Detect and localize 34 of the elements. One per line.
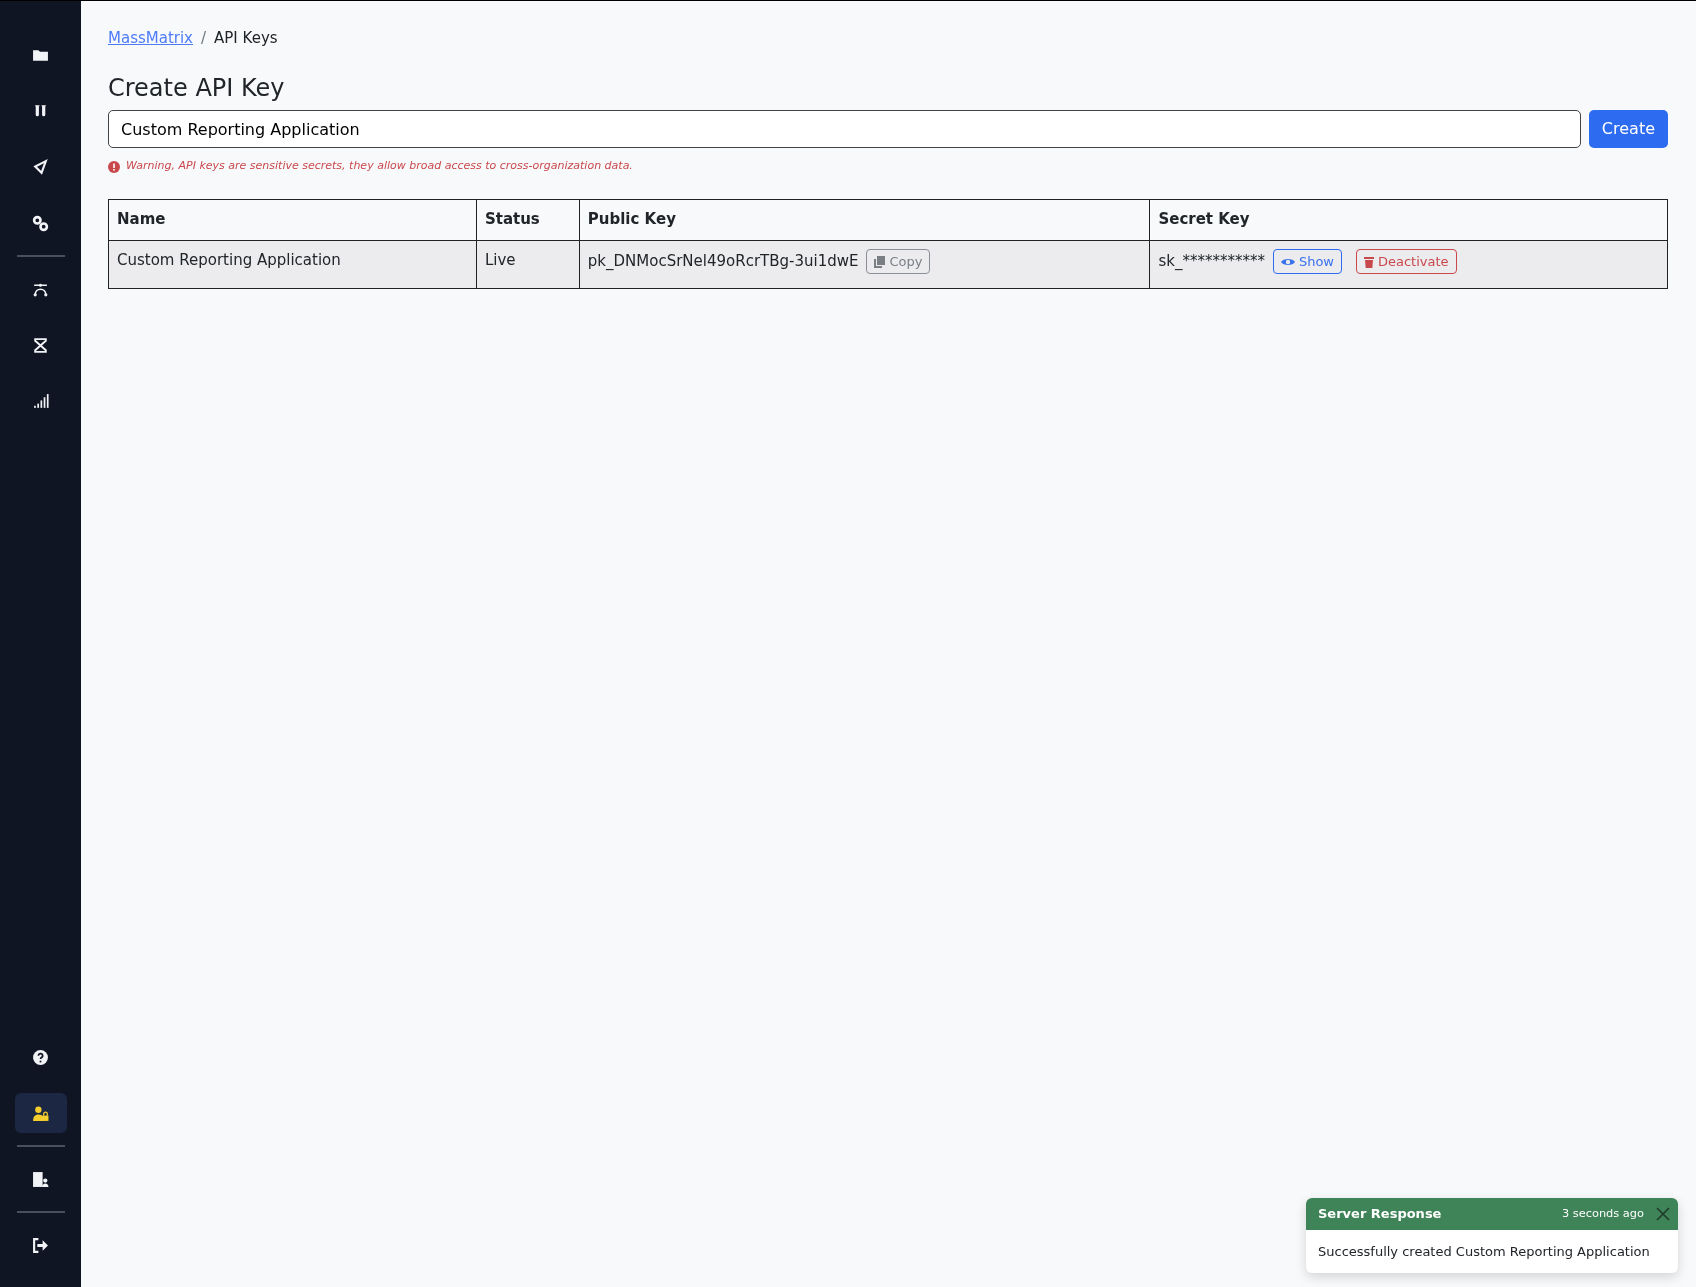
toast-title: Server Response	[1318, 1205, 1442, 1223]
table-cell: Custom Reporting Application	[108, 240, 477, 289]
logout-icon	[32, 1236, 49, 1254]
create-button[interactable]: Create	[1588, 110, 1668, 149]
column-header: Name	[108, 199, 477, 241]
column-header: Status	[476, 199, 580, 241]
copy-button[interactable]: Copy	[866, 248, 931, 275]
public-key-text: pk_DNMocSrNel49oRcrTBg-3ui1dwE	[587, 251, 859, 273]
hourglass-icon	[32, 336, 49, 354]
breadcrumb-current: API Keys	[214, 28, 278, 49]
help-icon	[32, 1048, 49, 1066]
breadcrumb-separator: /	[201, 28, 207, 49]
show-button[interactable]: Show	[1272, 248, 1342, 275]
sidebar-item[interactable]	[14, 1093, 67, 1133]
user-lock-icon	[32, 1104, 49, 1122]
column-header: Public Key	[579, 199, 1150, 241]
key-name-field[interactable]: Custom Reporting Application	[108, 110, 1581, 149]
secret-key-text: sk_***********	[1158, 251, 1265, 273]
close-button[interactable]	[1656, 1206, 1670, 1221]
eye-icon	[1280, 256, 1295, 267]
breadcrumb-link[interactable]: MassMatrix	[108, 27, 193, 50]
close-icon	[1656, 1206, 1670, 1221]
trash-icon	[1364, 255, 1374, 268]
toast-message: Successfully created Custom Reporting Application	[1318, 1243, 1650, 1259]
copy-icon	[874, 255, 886, 268]
page-heading: Create API Key	[108, 73, 286, 103]
warning-text: Warning, API keys are sensitive secrets, they allow broad access to cross-organization data.	[126, 158, 633, 175]
signal-bars-icon	[32, 392, 49, 410]
column-header: Secret Key	[1149, 199, 1668, 241]
toast-time: 3 seconds ago	[1562, 1205, 1644, 1223]
table-cell: Live	[476, 240, 580, 289]
alert-icon	[108, 160, 120, 173]
deactivate-button[interactable]: Deactivate	[1356, 248, 1457, 275]
building-user-icon	[32, 1170, 49, 1188]
